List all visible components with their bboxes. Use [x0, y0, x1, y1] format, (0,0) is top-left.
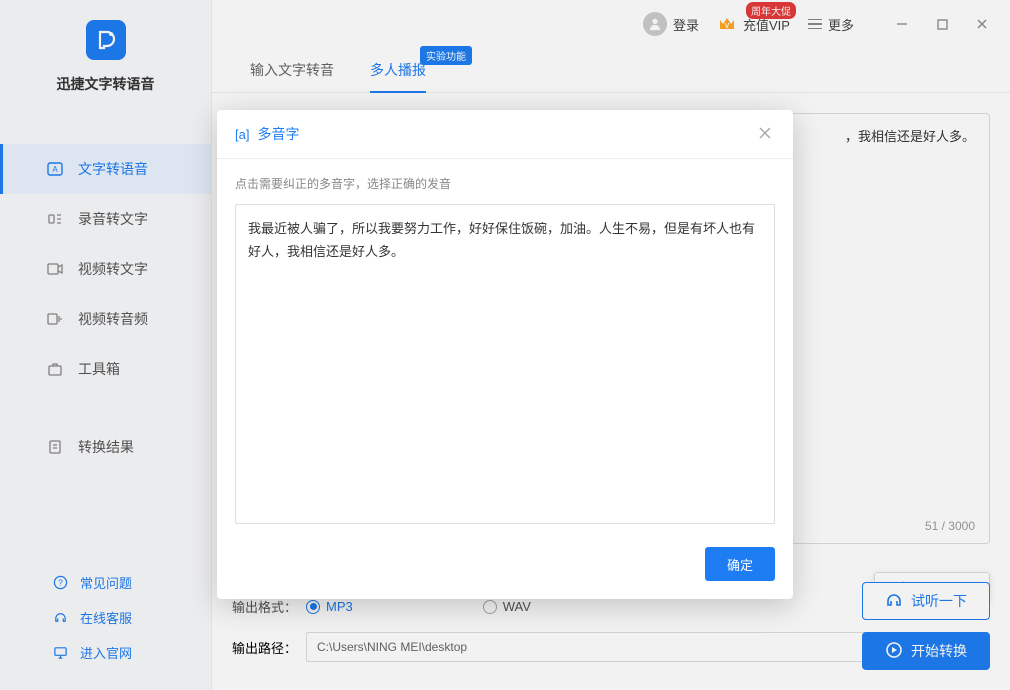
- confirm-button[interactable]: 确定: [705, 547, 775, 581]
- modal-footer: 确定: [217, 547, 793, 599]
- polyphone-modal: [a] 多音字 点击需要纠正的多音字，选择正确的发音 确定: [217, 110, 793, 599]
- polyphone-textarea[interactable]: [235, 204, 775, 524]
- modal-overlay: [a] 多音字 点击需要纠正的多音字，选择正确的发音 确定: [0, 0, 1010, 690]
- modal-title-text: 多音字: [257, 124, 299, 144]
- modal-title: [a] 多音字: [235, 124, 299, 144]
- a-bracket-icon: [a]: [235, 127, 249, 142]
- modal-body: 点击需要纠正的多音字，选择正确的发音: [217, 159, 793, 547]
- modal-hint: 点击需要纠正的多音字，选择正确的发音: [235, 175, 775, 192]
- modal-header: [a] 多音字: [217, 110, 793, 159]
- modal-close-button[interactable]: [757, 125, 775, 143]
